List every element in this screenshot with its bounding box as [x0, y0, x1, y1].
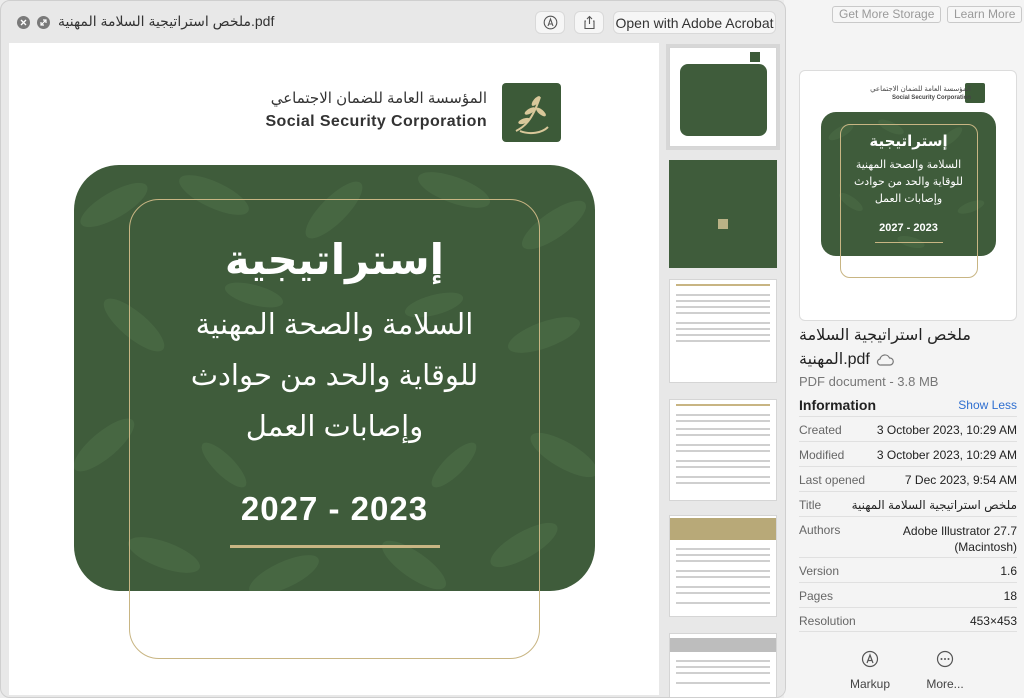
close-icon [20, 19, 27, 26]
thumb-logo [718, 219, 728, 229]
info-value: 3 October 2023, 10:29 AM [876, 448, 1017, 462]
info-value: 453×453 [969, 614, 1017, 628]
info-label: Resolution [799, 614, 856, 628]
info-sidebar: المؤسسة العامة للضمان الاجتماعي Social S… [786, 30, 1024, 698]
more-button[interactable]: More... [915, 650, 975, 691]
info-label: Created [799, 423, 842, 437]
info-row-version: Version 1.6 [799, 557, 1017, 582]
fullscreen-icon [40, 19, 47, 26]
info-label: Version [799, 564, 840, 578]
more-label: More... [926, 677, 964, 691]
fullscreen-button[interactable] [37, 16, 50, 29]
thumbnail-page-5[interactable] [669, 515, 777, 617]
thumbnail-strip [661, 41, 785, 697]
pdf-page-preview[interactable]: المؤسسة العامة للضمان الاجتماعي Social S… [9, 43, 659, 695]
thumbnail-page-6[interactable] [669, 633, 777, 697]
file-name-line-1: ملخص استراتيجية السلامة [799, 327, 971, 344]
info-row-authors: Authors Adobe Illustrator 27.7 (Macintos… [799, 516, 1017, 557]
quick-look-window: ملخص استراتيجية السلامة المهنية.pdf Open… [0, 0, 786, 698]
ssc-logo [502, 83, 561, 142]
window-filename: ملخص استراتيجية السلامة المهنية.pdf [58, 13, 275, 29]
close-button[interactable] [17, 16, 30, 29]
info-value: Adobe Illustrator 27.7 (Macintosh) [902, 524, 1017, 554]
learn-more-button[interactable]: Learn More [947, 6, 1023, 23]
cloud-icon[interactable] [876, 354, 894, 366]
thumbnail-page-3[interactable] [669, 279, 777, 383]
more-icon [936, 650, 954, 668]
file-kind: PDF document - 3.8 MB [799, 374, 939, 389]
info-value: 7 Dec 2023, 9:54 AM [904, 473, 1017, 487]
info-label: Last opened [799, 473, 866, 487]
markup-icon [543, 15, 557, 30]
markup-toolbar-button[interactable] [535, 11, 565, 34]
info-row-modified: Modified 3 October 2023, 10:29 AM [799, 441, 1017, 466]
info-value: 1.6 [1000, 564, 1017, 578]
thumb-cover [680, 64, 767, 136]
olive-branch-icon [515, 96, 549, 135]
markup-button[interactable]: Markup [840, 650, 900, 691]
info-row-last-opened: Last opened 7 Dec 2023, 9:54 AM [799, 466, 1017, 491]
thumbnail-page-4[interactable] [669, 399, 777, 501]
info-label: Modified [799, 448, 845, 462]
sidebar-gold-frame [840, 124, 978, 278]
gold-frame [129, 199, 540, 659]
show-less-link[interactable]: Show Less [958, 398, 1017, 412]
sidebar-org-english: Social Security Corporation [891, 95, 971, 101]
file-name-line-2: المهنية.pdf [799, 351, 870, 368]
get-more-storage-button[interactable]: Get More Storage [832, 6, 942, 23]
info-value: 18 [1003, 589, 1017, 603]
markup-icon [861, 650, 879, 668]
share-icon [583, 15, 595, 30]
info-value: 3 October 2023, 10:29 AM [876, 423, 1017, 437]
open-with-acrobat-button[interactable]: Open with Adobe Acrobat [613, 11, 776, 34]
info-row-pages: Pages 18 [799, 582, 1017, 607]
thumbnail-page-2[interactable] [669, 160, 777, 268]
org-name-arabic: المؤسسة العامة للضمان الاجتماعي [270, 90, 487, 107]
markup-label: Markup [849, 677, 890, 691]
thumb-logo [750, 52, 760, 62]
info-row-resolution: Resolution 453×453 [799, 607, 1017, 632]
info-label: Pages [799, 589, 834, 603]
info-row-created: Created 3 October 2023, 10:29 AM [799, 416, 1017, 441]
file-name: ملخص استراتيجية السلامة المهنية.pdf [799, 324, 1014, 372]
information-heading: Information [799, 397, 876, 413]
title-bar: ملخص استراتيجية السلامة المهنية.pdf Open… [1, 1, 785, 41]
share-button[interactable] [574, 11, 604, 34]
sidebar-preview: المؤسسة العامة للضمان الاجتماعي Social S… [799, 70, 1017, 321]
info-value: ملخص استراتيجية السلامة المهنية [851, 498, 1017, 512]
info-label: Title [799, 498, 822, 512]
org-name-english: Social Security Corporation [265, 113, 487, 130]
sidebar-org-arabic: المؤسسة العامة للضمان الاجتماعي [870, 86, 971, 93]
thumbnail-page-1[interactable] [666, 44, 780, 150]
info-row-title: Title ملخص استراتيجية السلامة المهنية [799, 491, 1017, 516]
info-label: Authors [799, 523, 841, 537]
